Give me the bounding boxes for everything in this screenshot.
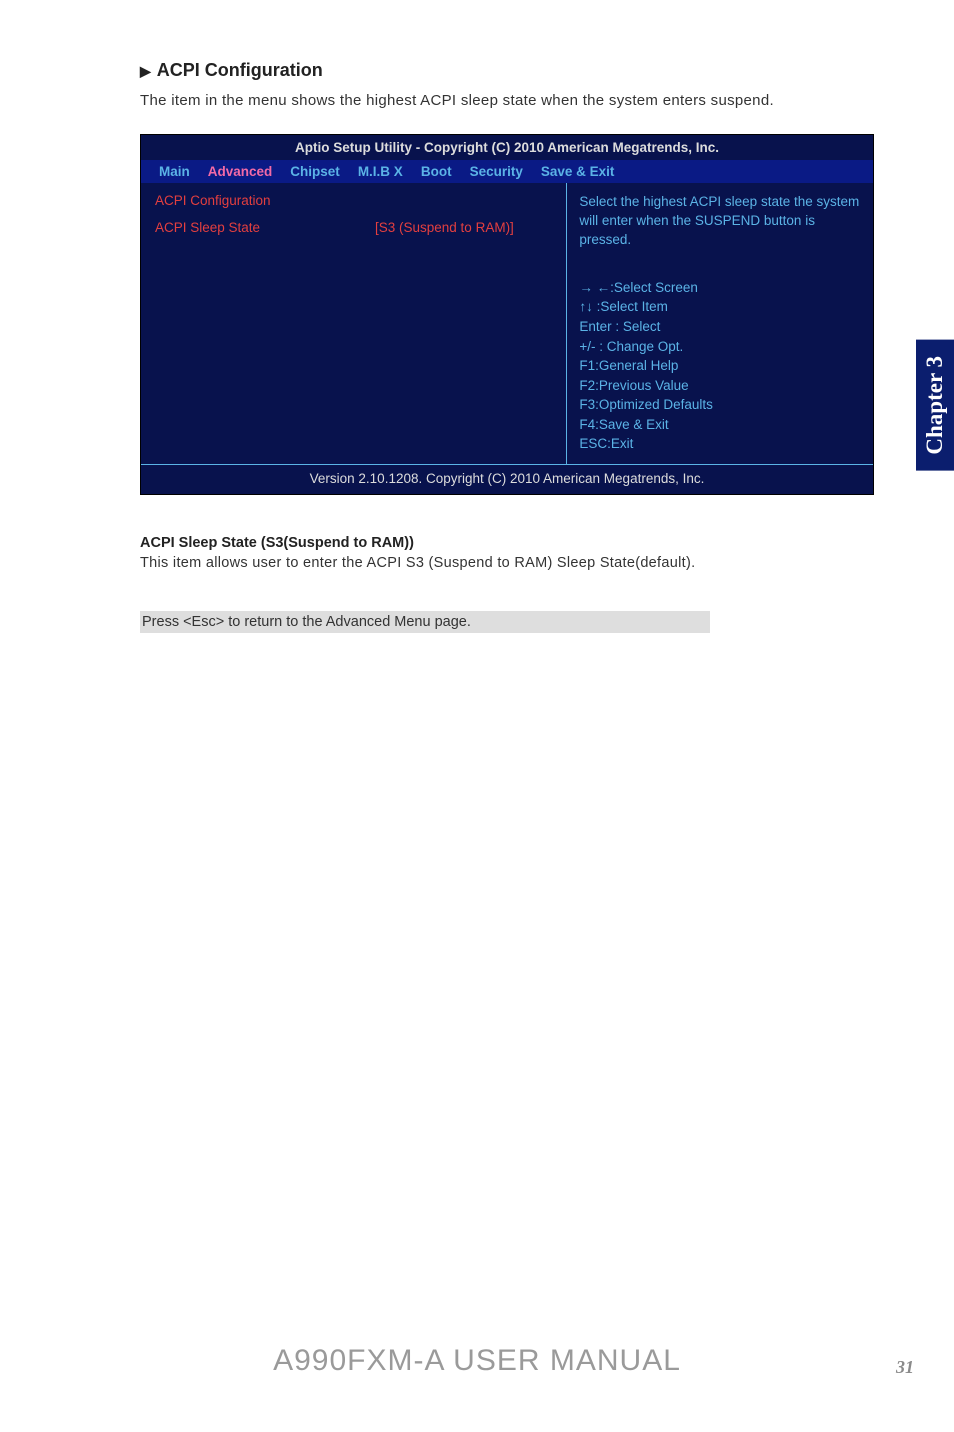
nav-select-screen: → ←:Select Screen bbox=[579, 278, 863, 298]
nav-f1: F1:General Help bbox=[579, 356, 863, 376]
nav-change-opt: +/- : Change Opt. bbox=[579, 337, 863, 357]
bios-title-bar: Aptio Setup Utility - Copyright (C) 2010… bbox=[141, 135, 873, 160]
bios-nav-help: → ←:Select Screen ↑↓ :Select Item Enter … bbox=[579, 278, 863, 454]
bios-tab-row: Main Advanced Chipset M.I.B X Boot Secur… bbox=[141, 160, 873, 183]
bios-left-panel: ACPI Configuration ACPI Sleep State [S3 … bbox=[141, 183, 567, 464]
bios-screenshot: Aptio Setup Utility - Copyright (C) 2010… bbox=[140, 134, 874, 495]
bios-right-panel: Select the highest ACPI sleep state the … bbox=[567, 183, 873, 464]
nav-select-item: ↑↓ :Select Item bbox=[579, 297, 863, 317]
nav-f3: F3:Optimized Defaults bbox=[579, 395, 863, 415]
bios-body: ACPI Configuration ACPI Sleep State [S3 … bbox=[141, 183, 873, 464]
nav-f2: F2:Previous Value bbox=[579, 376, 863, 396]
bios-help-text: Select the highest ACPI sleep state the … bbox=[579, 193, 863, 250]
nav-f4: F4:Save & Exit bbox=[579, 415, 863, 435]
acpi-sleep-value: [S3 (Suspend to RAM)] bbox=[375, 220, 514, 235]
page-number: 31 bbox=[896, 1357, 914, 1378]
acpi-sleep-heading: ACPI Sleep State (S3(Suspend to RAM)) bbox=[140, 535, 874, 551]
nav-enter: Enter : Select bbox=[579, 317, 863, 337]
acpi-sleep-label: ACPI Sleep State bbox=[155, 220, 375, 235]
bios-footer: Version 2.10.1208. Copyright (C) 2010 Am… bbox=[141, 464, 873, 494]
section-heading: ▶ ACPI Configuration bbox=[140, 60, 874, 81]
tab-security: Security bbox=[470, 164, 523, 179]
acpi-config-label: ACPI Configuration bbox=[155, 193, 566, 208]
tab-main: Main bbox=[159, 164, 190, 179]
tab-mibx: M.I.B X bbox=[358, 164, 403, 179]
acpi-sleep-description: This item allows user to enter the ACPI … bbox=[140, 555, 874, 571]
intro-paragraph: The item in the menu shows the highest A… bbox=[140, 89, 874, 112]
tab-advanced: Advanced bbox=[208, 164, 273, 179]
acpi-sleep-row: ACPI Sleep State [S3 (Suspend to RAM)] bbox=[155, 220, 566, 235]
heading-text: ACPI Configuration bbox=[157, 60, 323, 80]
tab-save-exit: Save & Exit bbox=[541, 164, 615, 179]
chapter-side-tab: Chapter 3 bbox=[916, 340, 954, 471]
nav-esc: ESC:Exit bbox=[579, 434, 863, 454]
tab-boot: Boot bbox=[421, 164, 452, 179]
manual-title-footer: A990FXM-A USER MANUAL bbox=[0, 1344, 954, 1378]
tab-chipset: Chipset bbox=[290, 164, 340, 179]
esc-note: Press <Esc> to return to the Advanced Me… bbox=[140, 611, 710, 633]
triangle-marker-icon: ▶ bbox=[140, 63, 151, 80]
